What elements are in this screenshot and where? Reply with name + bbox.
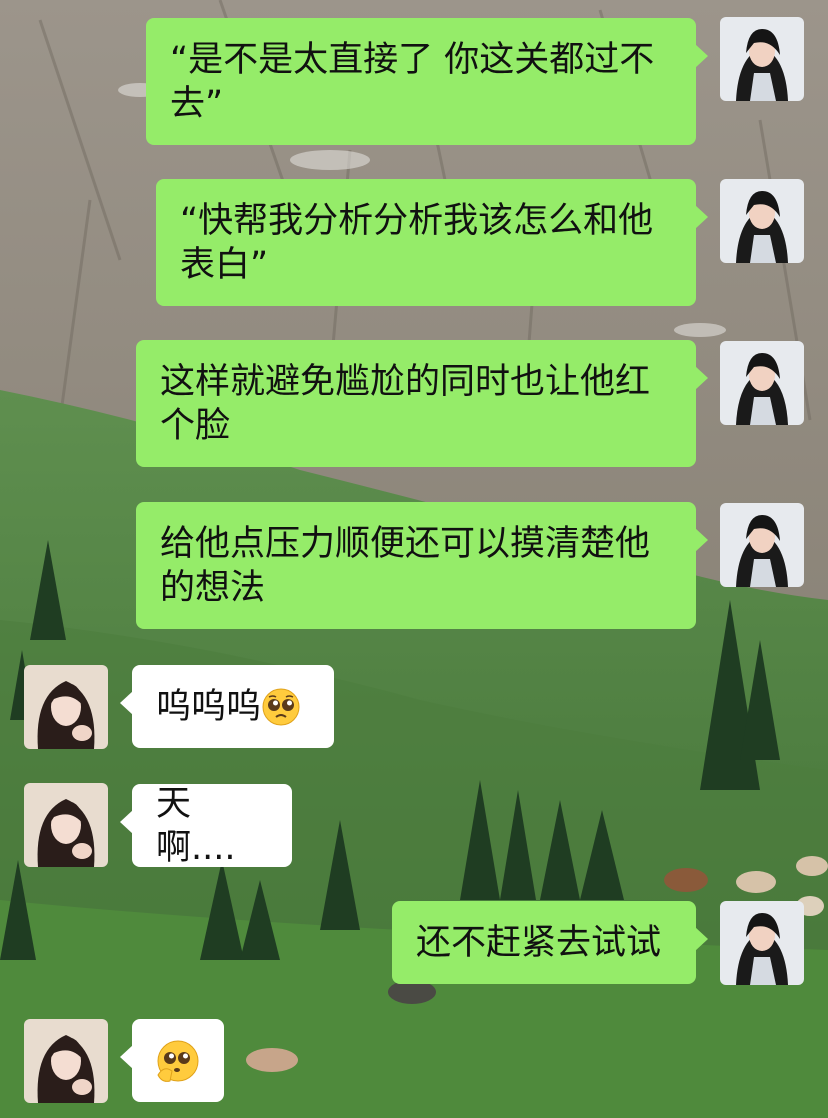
woman-dark-hair-avatar-icon: [720, 179, 804, 263]
message-bubble-self[interactable]: “是不是太直接了 你这关都过不去”: [146, 18, 708, 145]
woman-dark-hair-avatar-icon: [720, 503, 804, 587]
pleading-face-emoji-icon: [262, 688, 300, 725]
self-avatar[interactable]: [720, 179, 804, 263]
contact-avatar[interactable]: [24, 665, 108, 749]
contact-avatar[interactable]: [24, 1019, 108, 1103]
woman-dark-hair-avatar-icon: [720, 901, 804, 985]
message-text: 给他点压力顺便还可以摸清楚他的想法: [160, 524, 651, 608]
message-text: 还不赶紧去试试: [416, 922, 662, 963]
chat-message-list: “是不是太直接了 你这关都过不去” “快帮我分析分析我该怎么和他表白” 这样就避…: [0, 0, 828, 1118]
woman-dark-hair-avatar-icon: [720, 341, 804, 425]
self-avatar[interactable]: [720, 17, 804, 101]
contact-avatar[interactable]: [24, 783, 108, 867]
message-bubble-self[interactable]: 这样就避免尴尬的同时也让他红个脸: [136, 340, 708, 467]
message-bubble-self[interactable]: 给他点压力顺便还可以摸清楚他的想法: [136, 502, 708, 629]
message-text: “快帮我分析分析我该怎么和他表白”: [180, 201, 654, 285]
girl-long-hair-avatar-icon: [24, 665, 108, 749]
message-text: 这样就避免尴尬的同时也让他红个脸: [160, 362, 651, 446]
self-avatar[interactable]: [720, 503, 804, 587]
message-bubble-contact[interactable]: 天啊....: [120, 783, 292, 868]
message-bubble-self[interactable]: 还不赶紧去试试: [392, 901, 708, 984]
girl-long-hair-avatar-icon: [24, 1019, 108, 1103]
message-bubble-contact[interactable]: 呜呜呜: [120, 665, 334, 748]
message-text: 天啊....: [156, 783, 236, 868]
girl-long-hair-avatar-icon: [24, 783, 108, 867]
pleading-face-saluting-emoji-icon: [157, 1040, 199, 1082]
message-text: “是不是太直接了 你这关都过不去”: [170, 40, 655, 124]
message-bubble-contact[interactable]: [120, 1019, 224, 1102]
self-avatar[interactable]: [720, 901, 804, 985]
message-text: 呜呜呜: [156, 686, 262, 727]
message-bubble-self[interactable]: “快帮我分析分析我该怎么和他表白”: [156, 179, 708, 306]
woman-dark-hair-avatar-icon: [720, 17, 804, 101]
self-avatar[interactable]: [720, 341, 804, 425]
